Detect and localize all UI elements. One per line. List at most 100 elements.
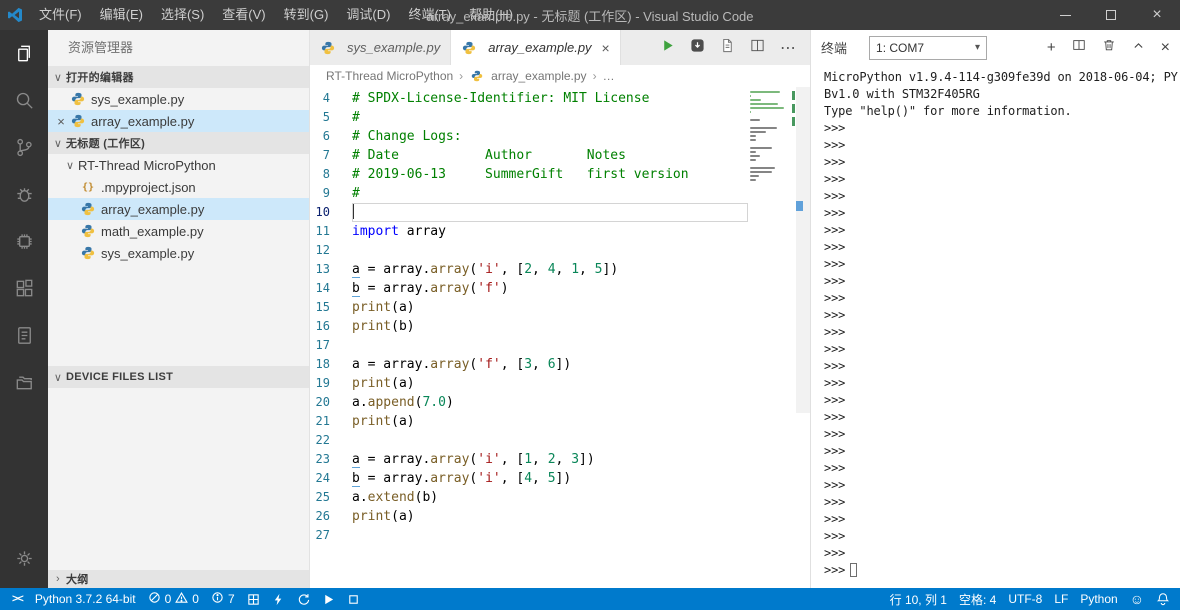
language-mode[interactable]: Python xyxy=(1074,588,1123,610)
terminal-select-value: 1: COM7 xyxy=(876,40,925,55)
code-line-18[interactable]: 18 a = array.array('f', [3, 6]) xyxy=(310,355,748,374)
sync-icon[interactable] xyxy=(291,588,316,610)
board-grid-icon[interactable] xyxy=(241,588,266,610)
code-line-4[interactable]: 4 # SPDX-License-Identifier: MIT License xyxy=(310,89,748,108)
new-terminal-icon[interactable]: + xyxy=(1047,40,1056,55)
split-terminal-icon[interactable] xyxy=(1072,38,1086,57)
breadcrumb-folder[interactable]: RT-Thread MicroPython xyxy=(326,69,453,83)
run-icon[interactable] xyxy=(316,588,341,610)
code-lines[interactable]: 4 # SPDX-License-Identifier: MIT License 5… xyxy=(310,87,748,588)
maximize-button[interactable] xyxy=(1088,0,1134,30)
info-count: 7 xyxy=(227,592,235,606)
code-line-23[interactable]: 23 a = array.array('i', [1, 2, 3]) xyxy=(310,450,748,469)
split-editor-icon[interactable] xyxy=(750,38,765,58)
terminal-line: >>> xyxy=(824,223,846,237)
open-editor-item-sys[interactable]: sys_example.py xyxy=(48,88,309,110)
tree-file-array-example[interactable]: array_example.py xyxy=(48,198,309,220)
menu-item-2[interactable]: 选择(S) xyxy=(152,0,213,30)
more-actions-icon[interactable]: ⋯ xyxy=(780,38,796,58)
close-tab-icon[interactable]: × xyxy=(602,40,610,56)
code-line-7[interactable]: 7 # Date Author Notes xyxy=(310,146,748,165)
close-window-button[interactable]: × xyxy=(1134,0,1180,30)
open-editor-item-array[interactable]: × array_example.py xyxy=(48,110,309,132)
encoding[interactable]: UTF-8 xyxy=(1002,588,1048,610)
menu-item-3[interactable]: 查看(V) xyxy=(213,0,274,30)
panel-title[interactable]: 终端 xyxy=(821,38,847,57)
workspace-section-header[interactable]: ∨ 无标题 (工作区) xyxy=(48,132,309,154)
minimize-button[interactable] xyxy=(1042,0,1088,30)
editor-scrollbar[interactable] xyxy=(796,87,810,588)
code-line-14[interactable]: 14 b = array.array('f') xyxy=(310,279,748,298)
tree-file-sys-example[interactable]: sys_example.py xyxy=(48,242,309,264)
terminal-line: >>> xyxy=(824,376,846,390)
tree-file-mpyproject[interactable]: {} .mpyproject.json xyxy=(48,176,309,198)
tree-file-math-example[interactable]: math_example.py xyxy=(48,220,309,242)
info-indicator[interactable]: 7 xyxy=(205,588,241,610)
device-chip-icon[interactable] xyxy=(0,218,48,265)
line-content: b = array.array('f') xyxy=(352,281,509,297)
kill-terminal-trash-icon[interactable] xyxy=(1102,38,1116,57)
terminal-select[interactable]: 1: COM7 ▾ xyxy=(869,35,988,60)
indentation[interactable]: 空格: 4 xyxy=(953,588,1002,610)
code-line-5[interactable]: 5 # xyxy=(310,108,748,127)
code-line-8[interactable]: 8 # 2019-06-13 SummerGift first version xyxy=(310,165,748,184)
code-line-13[interactable]: 13 a = array.array('i', [2, 4, 1, 5]) xyxy=(310,260,748,279)
problems-indicator[interactable]: 0 0 xyxy=(142,588,205,610)
menu-item-5[interactable]: 调试(D) xyxy=(337,0,399,30)
code-line-20[interactable]: 20 a.append(7.0) xyxy=(310,393,748,412)
remote-indicator[interactable]: >< xyxy=(6,588,29,610)
menu-item-4[interactable]: 转到(G) xyxy=(275,0,338,30)
eol-sequence[interactable]: LF xyxy=(1048,588,1074,610)
code-line-6[interactable]: 6 # Change Logs: xyxy=(310,127,748,146)
run-file-icon[interactable] xyxy=(660,38,675,58)
tree-folder-rtthread[interactable]: ∨ RT-Thread MicroPython xyxy=(48,154,309,176)
code-line-19[interactable]: 19 print(a) xyxy=(310,374,748,393)
feedback-smiley-icon[interactable]: ☺ xyxy=(1124,588,1150,610)
source-control-icon[interactable] xyxy=(0,124,48,171)
device-files-header[interactable]: ∨ DEVICE FILES LIST xyxy=(48,366,309,388)
code-line-10[interactable]: 10 xyxy=(310,203,748,222)
sync-file-icon[interactable] xyxy=(720,38,735,58)
code-line-11[interactable]: 11 import array xyxy=(310,222,748,241)
open-editors-header[interactable]: ∨ 打开的编辑器 xyxy=(48,66,309,88)
download-to-device-icon[interactable] xyxy=(690,38,705,58)
stop-icon[interactable] xyxy=(341,588,366,610)
code-line-12[interactable]: 12 xyxy=(310,241,748,260)
maximize-panel-chevron-icon[interactable] xyxy=(1132,39,1145,57)
code-line-17[interactable]: 17 xyxy=(310,336,748,355)
code-line-22[interactable]: 22 xyxy=(310,431,748,450)
extensions-icon[interactable] xyxy=(0,265,48,312)
menu-item-0[interactable]: 文件(F) xyxy=(30,0,91,30)
settings-gear-icon[interactable] xyxy=(0,535,48,582)
tab-array-example[interactable]: array_example.py × xyxy=(451,30,621,65)
cursor-position[interactable]: 行 10, 列 1 xyxy=(884,588,953,610)
code-line-16[interactable]: 16 print(b) xyxy=(310,317,748,336)
code-editor[interactable]: 4 # SPDX-License-Identifier: MIT License 5… xyxy=(310,87,810,588)
scrollbar-slider[interactable] xyxy=(796,87,810,413)
code-line-9[interactable]: 9 # xyxy=(310,184,748,203)
folders-icon[interactable] xyxy=(0,359,48,406)
report-icon[interactable] xyxy=(0,312,48,359)
outline-header[interactable]: › 大纲 xyxy=(48,570,309,588)
close-panel-icon[interactable]: × xyxy=(1161,39,1170,57)
menu-item-1[interactable]: 编辑(E) xyxy=(91,0,152,30)
search-icon[interactable] xyxy=(0,77,48,124)
terminal-output[interactable]: MicroPython v1.9.4-114-g309fe39d on 2018… xyxy=(811,65,1180,588)
breadcrumb-symbol[interactable]: … xyxy=(603,69,615,83)
breadcrumb-file[interactable]: array_example.py xyxy=(491,69,586,83)
code-line-24[interactable]: 24 b = array.array('i', [4, 5]) xyxy=(310,469,748,488)
close-editor-icon[interactable]: × xyxy=(52,114,70,129)
editor-actions: ⋯ xyxy=(660,30,810,65)
code-line-27[interactable]: 27 xyxy=(310,526,748,545)
explorer-icon[interactable] xyxy=(0,30,48,77)
code-line-26[interactable]: 26 print(a) xyxy=(310,507,748,526)
debug-icon[interactable] xyxy=(0,171,48,218)
minimap[interactable] xyxy=(748,87,796,588)
flash-bolt-icon[interactable] xyxy=(266,588,291,610)
code-line-15[interactable]: 15 print(a) xyxy=(310,298,748,317)
code-line-21[interactable]: 21 print(a) xyxy=(310,412,748,431)
code-line-25[interactable]: 25 a.extend(b) xyxy=(310,488,748,507)
python-interpreter[interactable]: Python 3.7.2 64-bit xyxy=(29,588,142,610)
notifications-bell-icon[interactable] xyxy=(1150,588,1176,610)
tab-sys-example[interactable]: sys_example.py xyxy=(310,30,452,65)
